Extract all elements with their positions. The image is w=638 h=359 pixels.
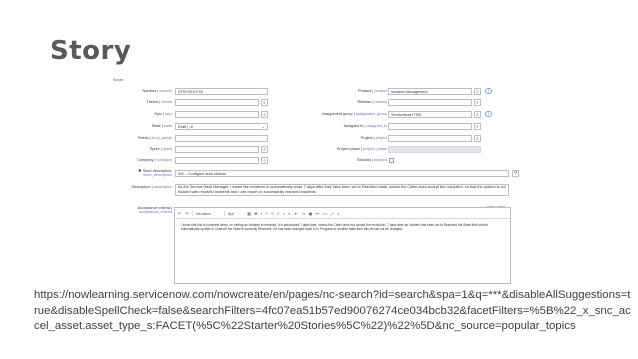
source-url: https://nowlearning.servicenow.com/nowcr…	[34, 289, 631, 332]
product-field[interactable]: Incident Management	[388, 87, 472, 95]
epic-search-icon[interactable]: ⌕	[261, 110, 268, 118]
italic-icon[interactable]: I	[261, 211, 262, 216]
number-row: Number | number STRY0010799	[112, 87, 312, 95]
state-label: State | state	[151, 124, 172, 128]
outdent-icon[interactable]: ⇤	[295, 211, 298, 216]
points-label: Points | story_points	[137, 136, 172, 140]
redo-icon[interactable]: ↷	[185, 211, 188, 216]
epic-field[interactable]	[175, 110, 259, 118]
font-family-select[interactable]: Verdana	[191, 210, 221, 216]
form-table-name: Scrum	[113, 78, 124, 82]
description-textarea[interactable]: As the Service Desk Manager, I would lik…	[175, 183, 509, 196]
company-label: Company | company	[137, 158, 172, 162]
blocked-checkbox[interactable]	[389, 157, 394, 163]
sprint-row: Sprint | sprint ⌕	[112, 145, 312, 153]
project-field[interactable]	[388, 134, 472, 142]
short-description-row: ✱ Short description: short_description IN…	[112, 169, 528, 177]
assignment-group-field[interactable]: ServiceNow ITSM	[388, 110, 472, 118]
sprint-search-icon[interactable]: ⌕	[261, 145, 268, 153]
epic-label: Epic | epic	[154, 112, 172, 116]
align-center-icon[interactable]: ≡	[271, 211, 273, 216]
indent-icon[interactable]: ⇥	[302, 211, 305, 216]
assignment-group-search-icon[interactable]: ⌕	[474, 110, 481, 118]
acceptance-criteria-body[interactable]: I know that this is complete when, on se…	[181, 223, 504, 232]
company-field[interactable]	[175, 156, 259, 164]
font-size-select[interactable]: 8pt	[224, 210, 244, 216]
points-row: Points | story_points	[112, 134, 312, 142]
release-row: Release | release ⌕	[312, 98, 528, 106]
sprint-label: Sprint | sprint	[149, 147, 172, 151]
bold-icon[interactable]: B	[254, 211, 257, 216]
numbered-list-icon[interactable]: 1.	[288, 211, 291, 216]
number-label: Number | number	[142, 89, 173, 93]
state-row: State | state Draft | -6 ⌄	[112, 122, 312, 130]
assignment-group-label: Assignment group | assignment_group	[322, 112, 387, 116]
company-row: Company | company ⌕	[112, 156, 312, 164]
product-search-icon[interactable]: ⌕	[474, 87, 481, 95]
description-row: Description | description As the Service…	[112, 183, 528, 198]
release-search-icon[interactable]: ⌕	[474, 98, 481, 106]
slide-title: Story	[50, 36, 132, 66]
epic-row: Epic | epic ⌕	[112, 110, 312, 118]
short-description-label: ✱ Short description: short_description	[138, 169, 172, 177]
contrast-icon[interactable]: ◐	[338, 211, 340, 216]
blocked-label: Blocked | blocked	[357, 158, 387, 162]
link-icon[interactable]: ⚯	[316, 211, 319, 216]
acceptance-criteria-label: Acceptance criteria | acceptance_criteria	[137, 206, 172, 214]
assigned-to-search-icon[interactable]: ⌕	[474, 122, 481, 130]
table-icon[interactable]: ▦	[247, 211, 251, 216]
company-search-icon[interactable]: ⌕	[261, 156, 268, 164]
expand-icon[interactable]: ⤢	[331, 211, 334, 216]
short-description-field[interactable]: INC - Configure auto closure	[175, 169, 509, 177]
project-phase-row: Project phase | project_phase	[312, 145, 528, 153]
theme-row: Theme | theme ⌕	[112, 98, 312, 106]
theme-label: Theme | theme	[146, 100, 173, 104]
theme-search-icon[interactable]: ⌕	[261, 98, 268, 106]
project-row: Project | project ⌕	[312, 134, 528, 142]
product-info-icon[interactable]: i	[485, 87, 492, 94]
description-label: Description | description	[131, 185, 172, 189]
code-icon[interactable]: <>	[323, 211, 328, 216]
assignment-group-info-icon[interactable]: i	[485, 110, 492, 117]
project-phase-field	[388, 145, 481, 153]
release-label: Release | release	[357, 100, 388, 104]
product-row: Product | product Incident Management ⌕ …	[312, 87, 528, 95]
number-field[interactable]: STRY0010799	[175, 87, 268, 95]
chevron-down-icon: ⌄	[261, 123, 265, 129]
project-phase-label: Project phase | project_phase	[336, 147, 387, 151]
points-field[interactable]	[175, 134, 268, 142]
bulleted-list-icon[interactable]: •	[283, 211, 284, 216]
assigned-to-field[interactable]	[388, 122, 472, 130]
sprint-field[interactable]	[175, 145, 259, 153]
assigned-to-row: Assigned to | assigned_to ⌕	[312, 122, 528, 130]
release-field[interactable]	[388, 98, 472, 106]
editor-toolbar: ↶ ↷ Verdana 8pt ▦ B I ≡ ≡ ≡ • 1. ⇤ ⇥ ▣ ⚯…	[175, 208, 510, 219]
blocked-row: Blocked | blocked	[312, 156, 528, 164]
image-icon[interactable]: ▣	[308, 211, 312, 216]
theme-field[interactable]	[175, 98, 259, 106]
align-left-icon[interactable]: ≡	[265, 211, 267, 216]
assignment-group-row: Assignment group | assignment_group Serv…	[312, 110, 528, 118]
undo-icon[interactable]: ↶	[178, 211, 181, 216]
align-right-icon[interactable]: ≡	[277, 211, 279, 216]
state-select-value: Draft | -6	[178, 124, 193, 129]
short-description-suggest-icon[interactable]: ⚲	[512, 169, 519, 177]
acceptance-criteria-editor[interactable]: ↶ ↷ Verdana 8pt ▦ B I ≡ ≡ ≡ • 1. ⇤ ⇥ ▣ ⚯…	[174, 207, 511, 284]
assigned-to-label: Assigned to | assigned_to	[343, 124, 387, 128]
project-search-icon[interactable]: ⌕	[474, 134, 481, 142]
project-label: Project | project	[360, 136, 387, 140]
state-select[interactable]: Draft | -6 ⌄	[175, 122, 268, 130]
product-label: Product | product	[358, 89, 387, 93]
